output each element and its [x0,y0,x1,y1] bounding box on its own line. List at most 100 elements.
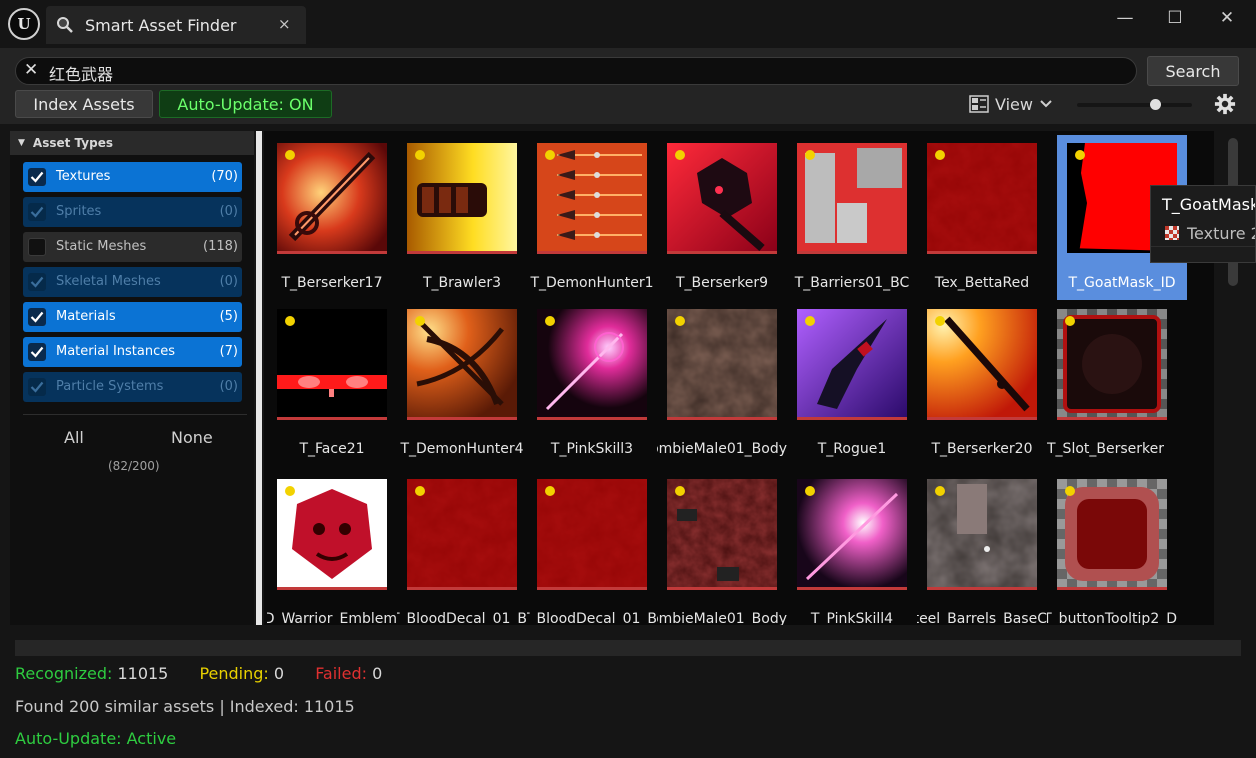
asset-thumbnail [667,309,777,419]
collapse-triangle-icon: ▼ [18,138,25,148]
asset-type-count: (0) [219,204,238,219]
asset-tile[interactable]: T_PinkSkill4 [787,471,917,625]
gear-icon[interactable] [1214,93,1236,115]
texture-type-bar [537,417,647,420]
asset-thumbnail [277,309,387,419]
texture-type-bar [1057,417,1167,420]
asset-type-label: Static Meshes [56,239,147,254]
toolbar: ✕ 红色武器 Search Index Assets Auto-Update: … [0,48,1256,124]
selected-count: (82/200) [108,459,160,473]
asset-types-header[interactable]: ▼ Asset Types [10,131,254,155]
maximize-button[interactable]: ☐ [1160,8,1190,30]
asset-grid: T_Berserker17 T_Brawler3 T_DemonHunter1 T_B… [264,131,1214,625]
asset-thumbnail [667,479,777,589]
asset-tile[interactable]: T_Berserker9 [657,135,787,300]
asset-tile[interactable]: T_BloodDecal_01_B [527,471,657,625]
asset-name: T_Brawler3 [422,275,502,291]
asset-name: T_ZombieMale01_Body [657,611,787,625]
asset-type-particle-systems[interactable]: Particle Systems (0) [23,372,242,402]
pending-value: 0 [273,664,285,683]
close-tab-icon[interactable]: × [278,15,291,33]
asset-tile[interactable]: T_ZombieMale01_Body [657,301,787,466]
thumbnail-size-slider[interactable] [1077,99,1192,110]
checkbox[interactable] [28,343,46,361]
texture-type-bar [277,587,387,590]
asset-name: T_Steel_Barrels_BaseC [917,611,1047,625]
asset-type-sprites[interactable]: Sprites (0) [23,197,242,227]
auto-update-toggle[interactable]: Auto-Update: ON [159,90,332,118]
asset-tile[interactable]: T_Rogue1 [787,301,917,466]
asset-tile[interactable]: T_Brawler3 [397,135,527,300]
status-dot-icon [675,486,685,496]
asset-thumbnail [667,143,777,253]
asset-tooltip: T_GoatMask_ID Texture 2D [1150,185,1256,263]
asset-tile[interactable]: T_Slot_Berserker [1047,301,1177,466]
asset-tile[interactable]: T_Berserker17 [267,135,397,300]
asset-thumbnail [407,143,517,253]
checkbox[interactable] [28,378,46,396]
panel-splitter[interactable] [256,131,262,625]
asset-tile[interactable]: T_ZombieMale01_Body [657,471,787,625]
texture-type-bar [537,587,647,590]
asset-thumbnail [537,143,647,253]
status-dot-icon [285,150,295,160]
asset-tile[interactable]: T_DemonHunter1 [527,135,657,300]
asset-tile[interactable]: T_Steel_Barrels_BaseC [917,471,1047,625]
asset-type-count: (118) [203,239,238,254]
asset-name: T_Berserker9 [675,275,769,291]
asset-name: T_Berserker17 [281,275,383,291]
asset-name: T_ZombieMale01_Body [657,441,787,457]
checkbox[interactable] [28,238,46,256]
select-all-button[interactable]: All [64,428,84,447]
asset-type-skeletal-meshes[interactable]: Skeletal Meshes (0) [23,267,242,297]
status-dot-icon [415,150,425,160]
select-none-button[interactable]: None [171,428,213,447]
texture-checker-icon [1165,226,1179,240]
search-button[interactable]: Search [1147,56,1239,86]
checkbox[interactable] [28,203,46,221]
view-dropdown[interactable]: View [969,92,1053,116]
asset-tile[interactable]: T_Face21 [267,301,397,466]
recognized-value: 11015 [117,664,169,683]
recognized-label: Recognized: [15,664,113,683]
status-dot-icon [545,150,555,160]
minimize-button[interactable]: — [1110,8,1140,30]
tab-smart-asset-finder[interactable]: Smart Asset Finder × [46,6,306,44]
asset-tile[interactable]: T_BloodDecal_01_B [397,471,527,625]
texture-type-bar [277,417,387,420]
search-query[interactable]: 红色武器 [49,61,113,85]
asset-tile[interactable]: Tex_BettaRed [917,135,1047,300]
index-assets-button[interactable]: Index Assets [15,90,153,118]
checkbox[interactable] [28,308,46,326]
texture-type-bar [407,587,517,590]
asset-type-textures[interactable]: Textures (70) [23,162,242,192]
clear-search-icon[interactable]: ✕ [24,62,40,79]
asset-type-count: (5) [219,309,238,324]
asset-thumbnail [277,143,387,253]
asset-tile[interactable]: T_PinkSkill3 [527,301,657,466]
asset-tile[interactable]: T_Berserker20 [917,301,1047,466]
search-input[interactable]: ✕ 红色武器 [15,57,1137,85]
asset-type-materials[interactable]: Materials (5) [23,302,242,332]
checkbox[interactable] [28,168,46,186]
asset-tile[interactable]: T_buttonTooltip2_D [1047,471,1177,625]
slider-thumb[interactable] [1150,99,1161,110]
auto-update-status: Auto-Update: Active [15,729,177,748]
texture-type-bar [927,251,1037,254]
texture-type-bar [407,251,517,254]
checkbox[interactable] [28,273,46,291]
close-window-button[interactable]: ✕ [1212,8,1242,30]
asset-type-label: Materials [56,309,116,324]
view-grid-icon [969,95,989,113]
asset-type-static-meshes[interactable]: Static Meshes (118) [23,232,242,262]
texture-type-bar [667,417,777,420]
asset-type-material-instances[interactable]: Material Instances (7) [23,337,242,367]
progress-strip [15,640,1241,656]
view-label: View [995,94,1033,114]
asset-tile[interactable]: T_SD_Warrior_Emblem [267,471,397,625]
asset-tile[interactable]: T_Barriers01_BC [787,135,917,300]
asset-tile[interactable]: T_DemonHunter4 [397,301,527,466]
asset-thumbnail [1057,479,1167,589]
asset-thumbnail [537,479,647,589]
status-dot-icon [285,486,295,496]
